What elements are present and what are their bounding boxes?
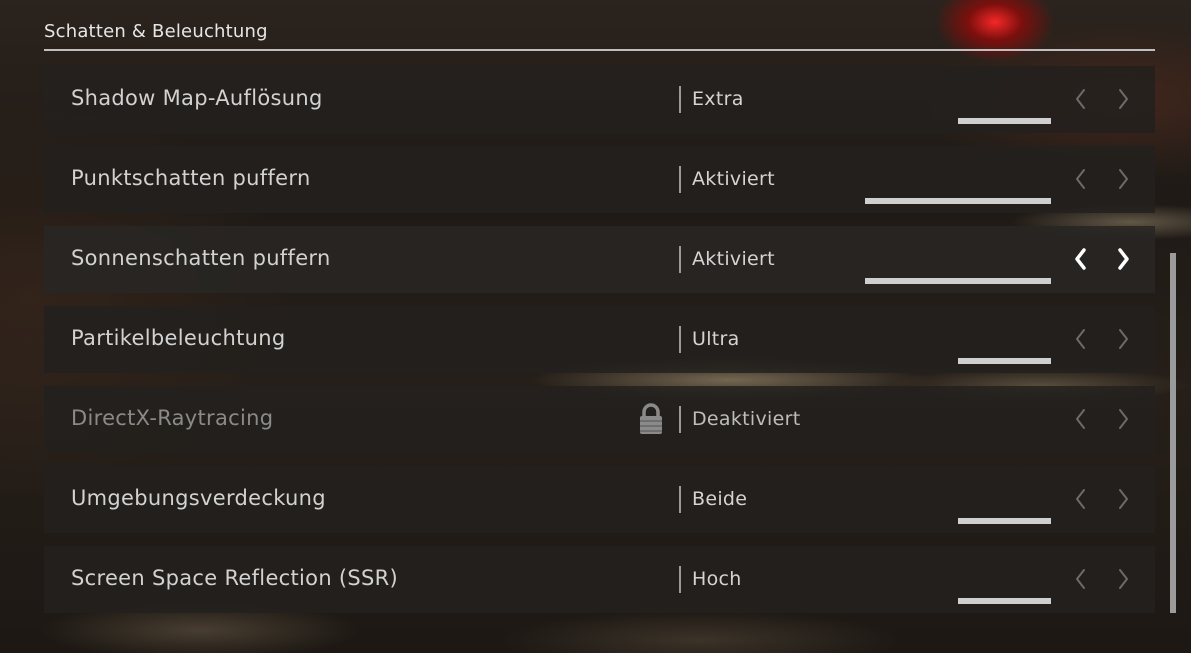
lock-icon: [637, 402, 665, 436]
setting-value: Extra: [692, 88, 744, 110]
chevron-right-icon[interactable]: [1113, 324, 1133, 354]
value-level-bar: [958, 598, 1051, 604]
chevron-right-icon[interactable]: [1113, 484, 1133, 514]
chevron-left-icon[interactable]: [1071, 404, 1091, 434]
setting-label: Screen Space Reflection (SSR): [71, 566, 399, 590]
chevron-left-icon[interactable]: [1071, 84, 1091, 114]
value-level-bar: [958, 518, 1051, 524]
value-level-bar: [958, 358, 1051, 364]
chevron-right-icon[interactable]: [1113, 404, 1133, 434]
section-title: Schatten & Beleuchtung: [44, 21, 268, 42]
divider: [679, 166, 681, 193]
setting-value: Beide: [692, 488, 748, 510]
divider: [679, 406, 681, 433]
setting-value: Aktiviert: [692, 168, 775, 190]
value-level-bar: [865, 278, 1051, 284]
setting-label: Shadow Map-Auflösung: [71, 86, 323, 110]
value-level-bar: [865, 198, 1051, 204]
divider: [679, 246, 681, 273]
divider: [679, 486, 681, 513]
setting-value: Ultra: [692, 328, 740, 350]
chevron-right-icon[interactable]: [1113, 564, 1133, 594]
divider: [679, 326, 681, 353]
setting-row-screen-space-reflection[interactable]: Screen Space Reflection (SSR) Hoch: [44, 546, 1155, 613]
chevron-left-icon[interactable]: [1071, 164, 1091, 194]
setting-row-ambient-occlusion[interactable]: Umgebungsverdeckung Beide: [44, 466, 1155, 533]
setting-label: Sonnenschatten puffern: [71, 246, 331, 270]
divider: [679, 566, 681, 593]
setting-label: Umgebungsverdeckung: [71, 486, 326, 510]
value-level-bar: [958, 118, 1051, 124]
setting-value: Hoch: [692, 568, 742, 590]
chevron-right-icon[interactable]: [1113, 244, 1133, 274]
settings-list: Shadow Map-Auflösung Extra Punktschatten…: [44, 66, 1155, 626]
setting-row-directx-raytracing[interactable]: DirectX-Raytracing Deaktiviert: [44, 386, 1155, 453]
section-header: Schatten & Beleuchtung: [44, 18, 1155, 51]
setting-label: Partikelbeleuchtung: [71, 326, 286, 350]
setting-row-point-shadow-cache[interactable]: Punktschatten puffern Aktiviert: [44, 146, 1155, 213]
scrollbar-thumb[interactable]: [1170, 253, 1176, 613]
chevron-right-icon[interactable]: [1113, 84, 1133, 114]
setting-label: Punktschatten puffern: [71, 166, 311, 190]
setting-row-shadow-map-resolution[interactable]: Shadow Map-Auflösung Extra: [44, 66, 1155, 133]
setting-value: Deaktiviert: [692, 408, 801, 430]
setting-label: DirectX-Raytracing: [71, 406, 274, 430]
chevron-left-icon[interactable]: [1071, 484, 1091, 514]
setting-row-sun-shadow-cache[interactable]: Sonnenschatten puffern Aktiviert: [44, 226, 1155, 293]
divider: [679, 86, 681, 113]
setting-row-particle-lighting[interactable]: Partikelbeleuchtung Ultra: [44, 306, 1155, 373]
scrollbar[interactable]: [1170, 0, 1176, 615]
chevron-left-icon[interactable]: [1071, 324, 1091, 354]
chevron-left-icon[interactable]: [1071, 564, 1091, 594]
chevron-right-icon[interactable]: [1113, 164, 1133, 194]
setting-value: Aktiviert: [692, 248, 775, 270]
chevron-left-icon[interactable]: [1071, 244, 1091, 274]
